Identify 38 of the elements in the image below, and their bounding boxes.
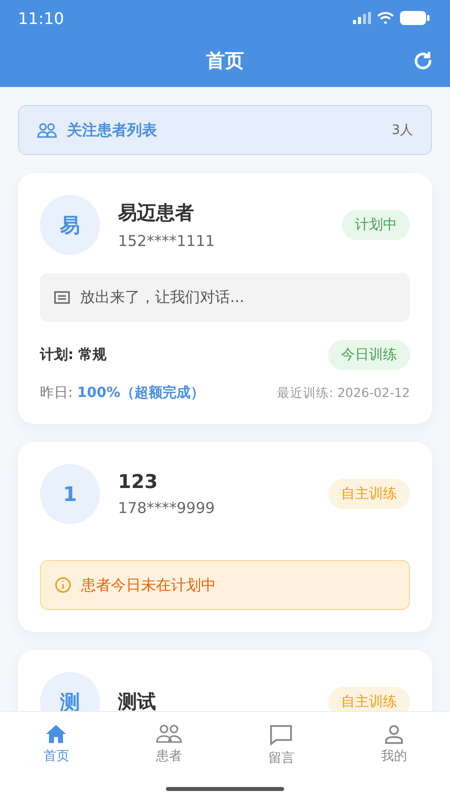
nav-tab[interactable]: 留言 xyxy=(225,720,338,771)
message-icon xyxy=(269,724,294,746)
patient-count: 3人 xyxy=(392,122,413,139)
training-badge: 今日训练 xyxy=(328,340,410,370)
focus-list-label: 关注患者列表 xyxy=(67,120,158,140)
users-icon xyxy=(156,724,182,744)
patient-avatar: 易 xyxy=(40,195,100,255)
last-training: 最近训练: 2026-02-12 xyxy=(277,384,410,402)
nav-tab[interactable]: 我的 xyxy=(338,720,450,771)
nav-tab[interactable]: 首页 xyxy=(0,720,112,771)
wifi-icon xyxy=(377,12,394,24)
patient-card[interactable]: 1 123 178****9999 自主训练 患者今日未在计划中 xyxy=(18,442,432,632)
message-text: 放出来了，让我们对话... xyxy=(80,288,244,307)
patient-name: 测试 xyxy=(118,690,157,711)
user-icon xyxy=(384,724,404,744)
focus-list-bar[interactable]: 关注患者列表 3人 xyxy=(18,105,432,155)
patient-phone: 178****9999 xyxy=(118,499,216,517)
yesterday-result: 昨日: 100%（超额完成） xyxy=(40,384,204,402)
message-icon xyxy=(54,290,70,304)
nav-tab[interactable]: 患者 xyxy=(112,720,225,771)
message-preview[interactable]: 放出来了，让我们对话... xyxy=(40,273,410,322)
status-badge: 自主训练 xyxy=(328,479,410,509)
signal-icon xyxy=(353,12,371,24)
plan-label: 计划: 常规 xyxy=(40,346,106,364)
patient-avatar: 1 xyxy=(40,464,100,524)
status-time: 11:10 xyxy=(18,8,64,28)
home-icon xyxy=(45,724,68,744)
patient-phone: 152****1111 xyxy=(118,232,216,250)
battery-icon xyxy=(400,11,430,25)
alert-text: 患者今日未在计划中 xyxy=(81,576,216,594)
page-title: 首页 xyxy=(206,49,244,74)
status-badge: 自主训练 xyxy=(328,687,410,711)
patient-name: 123 xyxy=(118,471,159,493)
status-badge: 计划中 xyxy=(342,210,410,240)
patient-card[interactable]: 易 易迈患者 152****1111 计划中 放出来了，让我们对话... 计划: 常规 今日训练 昨日: 100%（超额完成） 最近训练: 2026-02-12 xyxy=(18,173,432,424)
patient-name: 易迈患者 xyxy=(118,201,195,226)
info-icon xyxy=(55,577,71,593)
users-icon xyxy=(37,122,57,138)
